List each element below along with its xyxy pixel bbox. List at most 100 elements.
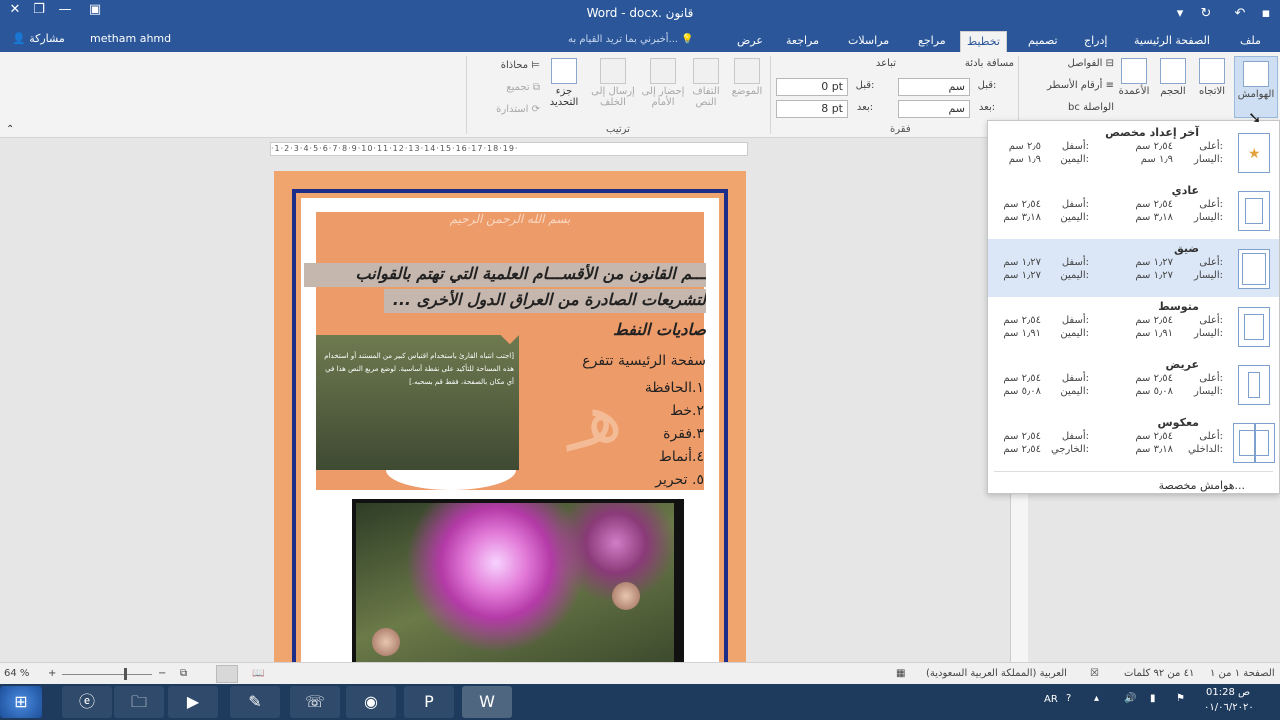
tab-design[interactable]: تصميم	[1022, 31, 1064, 52]
list-item[interactable]: ٢.خط	[670, 403, 704, 419]
margin-label: أعلى:	[1199, 257, 1223, 268]
hyphenation-button[interactable]: bc الواصلة	[1034, 102, 1114, 113]
tab-mailings[interactable]: مراسلات	[842, 31, 895, 52]
rotate-label: استدارة	[496, 104, 529, 115]
margin-option[interactable]: آخر إعداد مخصص ★ أعلى: ٢٫٥٤ سم أسفل: ٢٫٥…	[988, 123, 1279, 181]
heading-line-2[interactable]: لتشريعات الصادرة من العراق الدول الأخرى …	[376, 290, 706, 309]
tab-insert[interactable]: إدراج	[1078, 31, 1113, 52]
zoom-in-icon[interactable]: −	[158, 668, 166, 679]
page-count[interactable]: الصفحة ١ من ١	[1210, 668, 1275, 679]
spacing-after-input[interactable]: 8 pt	[776, 100, 848, 118]
heading-line-1[interactable]: ـــم القانون من الأقســـام العلمية التي …	[306, 264, 707, 283]
word-count[interactable]: ٤١ من ٩٢ كلمات	[1124, 668, 1194, 679]
send-backward-label: إرسال إلى الخلف	[591, 86, 635, 108]
wrap-text-icon	[693, 58, 719, 84]
zoom-slider-thumb[interactable]	[124, 668, 127, 680]
macro-icon[interactable]: ▦	[896, 668, 905, 679]
tab-home[interactable]: الصفحة الرئيسية	[1128, 31, 1216, 52]
margin-option[interactable]: ضيق أعلى: ١٫٢٧ سم أسفل: ١٫٢٧ سم اليسار: …	[988, 239, 1279, 297]
margins-label: الهوامش	[1237, 89, 1275, 100]
margin-option[interactable]: معكوس أعلى: ٢٫٥٤ سم أسفل: ٢٫٥٤ سم الداخل…	[988, 413, 1279, 471]
size-button[interactable]: الحجم	[1154, 58, 1192, 97]
list-item[interactable]: ١.الحافظة	[645, 380, 704, 396]
narrow-margins-icon	[1238, 249, 1270, 289]
position-button[interactable]: الموضع	[726, 58, 768, 97]
group-button[interactable]: تجميع ⧉	[476, 82, 540, 93]
save-icon[interactable]: ▪	[1256, 4, 1276, 24]
list-item[interactable]: ٥. تحرير	[655, 472, 704, 488]
custom-margins-item[interactable]: هوامش مخصصة...	[1159, 479, 1245, 492]
tab-layout[interactable]: تخطيط	[960, 31, 1007, 52]
margin-option[interactable]: عادي أعلى: ٢٫٥٤ سم أسفل: ٢٫٥٤ سم اليسار:…	[988, 181, 1279, 239]
bring-forward-button[interactable]: إحضار إلى الأمام	[640, 58, 686, 108]
customize-qat-icon[interactable]: ▾	[1170, 4, 1190, 24]
hyphenation-label: bc الواصلة	[1068, 102, 1114, 113]
word-icon[interactable]: W	[462, 686, 512, 718]
print-layout-icon[interactable]	[216, 665, 238, 683]
powerpoint-icon[interactable]: P	[404, 686, 454, 718]
proofing-icon[interactable]: ☒	[1090, 668, 1099, 679]
spacing-before-input[interactable]: 0 pt	[776, 78, 848, 96]
collapse-ribbon-icon[interactable]: ⌃	[6, 124, 14, 135]
clock-time[interactable]: 01:28 ص	[1206, 687, 1250, 698]
clock-date[interactable]: ٠١/٠٦/٢٠٢٠	[1204, 702, 1254, 713]
indent-before-input[interactable]: سم	[898, 78, 970, 96]
speaker-icon[interactable]: 🔊	[1124, 693, 1136, 704]
zoom-slider[interactable]	[62, 674, 152, 675]
zoom-level[interactable]: 64 %	[4, 668, 29, 679]
margin-value: ٢٫٥٤ سم	[1135, 199, 1173, 210]
heading-line-3[interactable]: صاديات النفط	[613, 320, 706, 339]
columns-button[interactable]: الأعمدة	[1114, 58, 1154, 97]
body-line[interactable]: سفحة الرئيسية تتفرع	[582, 353, 706, 369]
send-backward-button[interactable]: إرسال إلى الخلف	[588, 58, 638, 108]
chrome-icon[interactable]: ◉	[346, 686, 396, 718]
align-icon: ⊨	[531, 60, 540, 71]
explorer-icon[interactable]: 🗀	[114, 686, 164, 718]
bismillah-text: بسم الله الرحمن الرحيم	[449, 212, 571, 226]
wrap-text-button[interactable]: التفاف النص	[686, 58, 726, 108]
share-button[interactable]: 👤 مشاركة	[12, 32, 65, 45]
paint-icon[interactable]: ✎	[230, 686, 280, 718]
web-layout-icon[interactable]: ⧉	[180, 668, 187, 679]
help-icon[interactable]: ?	[1066, 693, 1071, 704]
ie-icon[interactable]: ⓔ	[62, 686, 112, 718]
margin-label: اليمين:	[1060, 270, 1089, 281]
start-button[interactable]: ⊞	[0, 686, 42, 718]
margin-value: ٢٫٥٤ سم	[1135, 141, 1173, 152]
list-item[interactable]: ٤.أنماط	[659, 449, 704, 465]
group-separator	[466, 56, 467, 134]
orientation-button[interactable]: الاتجاه	[1192, 58, 1232, 97]
tab-references[interactable]: مراجع	[912, 31, 952, 52]
viber-icon[interactable]: ☏	[290, 686, 340, 718]
media-player-icon[interactable]: ▶	[168, 686, 218, 718]
margin-value: ١٫٢٧ سم	[1003, 257, 1041, 268]
zoom-out-icon[interactable]: +	[48, 668, 56, 679]
breaks-button[interactable]: الفواصل ⊟	[1034, 58, 1114, 69]
align-button[interactable]: محاذاة ⊨	[476, 60, 540, 71]
network-icon[interactable]: ▮	[1150, 693, 1156, 704]
language-status[interactable]: العربية (المملكة العربية السعودية)	[926, 668, 1067, 679]
undo-icon[interactable]: ↶	[1230, 4, 1250, 24]
read-mode-icon[interactable]: 📖	[252, 668, 264, 679]
tell-me-input[interactable]: أخبرني بما تريد القيام به... 💡	[568, 34, 694, 45]
tab-file[interactable]: ملف	[1234, 31, 1267, 52]
show-hidden-icons-icon[interactable]: ▴	[1094, 693, 1099, 704]
indent-after-input[interactable]: سم	[898, 100, 970, 118]
line-numbers-button[interactable]: أرقام الأسطر ≡	[1024, 80, 1114, 91]
flower-bud	[612, 582, 640, 610]
margin-label: اليمين:	[1060, 154, 1089, 165]
tab-view[interactable]: عرض	[731, 31, 769, 52]
horizontal-ruler[interactable]: ·1·2·3·4·5·6·7·8·9·10·11·12·13·14·15·16·…	[270, 142, 748, 156]
tab-review[interactable]: مراجعة	[780, 31, 825, 52]
input-language[interactable]: AR	[1044, 694, 1058, 705]
list-item[interactable]: ٣.فقرة	[663, 426, 704, 442]
rotate-button[interactable]: استدارة ⟳	[476, 104, 540, 115]
wrap-text-label: التفاف النص	[692, 86, 720, 108]
redo-icon[interactable]: ↻	[1196, 4, 1216, 24]
pull-quote-text[interactable]: [اجتب انتباه القارئ باستخدام اقتباس كبير…	[324, 350, 514, 389]
selection-pane-button[interactable]: جزء التحديد	[542, 58, 586, 108]
margin-value: ٢٫٥٤ سم	[1135, 373, 1173, 384]
flag-icon[interactable]: ⚑	[1176, 693, 1185, 704]
margin-option[interactable]: عريض أعلى: ٢٫٥٤ سم أسفل: ٢٫٥٤ سم اليسار:…	[988, 355, 1279, 413]
margin-option[interactable]: متوسط أعلى: ٢٫٥٤ سم أسفل: ٢٫٥٤ سم اليسار…	[988, 297, 1279, 355]
